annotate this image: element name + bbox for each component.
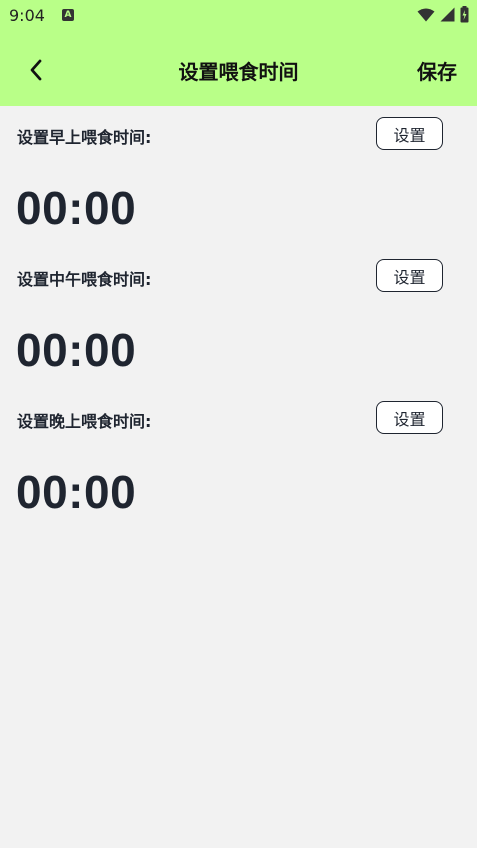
evening-feeding-label: 设置晚上喂食时间: — [17, 412, 152, 431]
morning-feeding-time: 00:00 — [16, 182, 137, 234]
status-time: 9:04 — [9, 6, 45, 25]
noon-feeding-label: 设置中午喂食时间: — [17, 270, 152, 289]
page-title: 设置喂食时间 — [178, 60, 299, 84]
save-button[interactable]: 保存 — [417, 56, 457, 85]
noon-feeding-time: 00:00 — [16, 324, 137, 376]
noon-set-button[interactable]: 设置 — [376, 259, 443, 292]
evening-feeding-time: 00:00 — [16, 466, 137, 518]
morning-set-button[interactable]: 设置 — [376, 117, 443, 150]
wifi-icon — [417, 7, 435, 26]
morning-feeding-label: 设置早上喂食时间: — [17, 128, 152, 147]
app-bar: 设置喂食时间 保存 — [0, 32, 477, 106]
battery-icon — [460, 5, 469, 27]
cellular-signal-icon — [440, 7, 455, 26]
evening-set-button[interactable]: 设置 — [376, 401, 443, 434]
back-button[interactable] — [20, 54, 52, 86]
status-icons — [417, 5, 469, 27]
a-icon: A — [62, 9, 74, 21]
status-bar: 9:04 A — [0, 0, 477, 32]
chevron-left-icon — [30, 59, 42, 81]
